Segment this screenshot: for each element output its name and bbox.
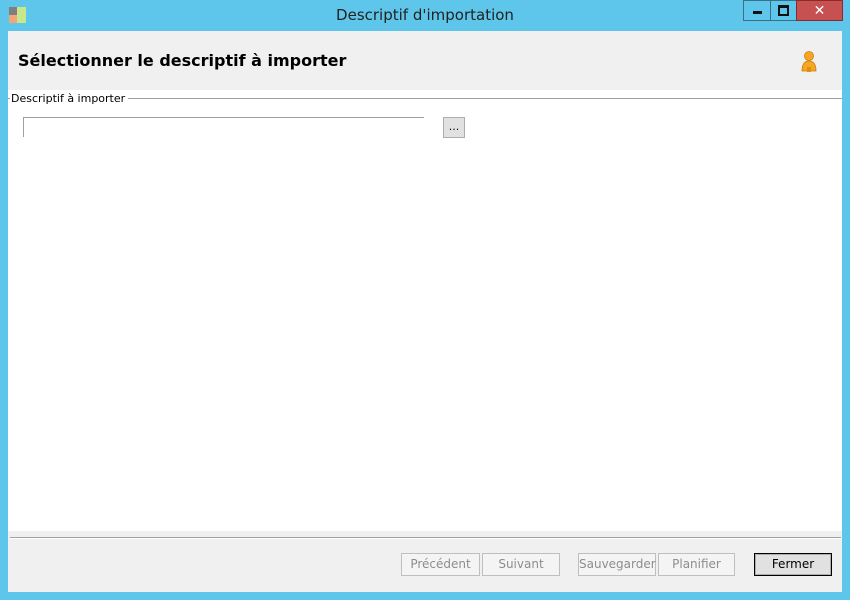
window-title: Descriptif d'importation	[336, 6, 514, 24]
page-title: Sélectionner le descriptif à importer	[18, 51, 347, 70]
group-label: Descriptif à importer	[10, 92, 129, 105]
close-window-button[interactable]: ✕	[796, 0, 843, 21]
descriptif-path-input[interactable]	[23, 117, 424, 137]
title-bar[interactable]: Descriptif d'importation ✕	[0, 0, 850, 31]
dialog-client-area: Sélectionner le descriptif à importer De…	[8, 31, 842, 592]
footer-divider-highlight	[10, 538, 841, 539]
wizard-header: Sélectionner le descriptif à importer	[8, 31, 842, 90]
previous-button[interactable]: Précédent	[401, 553, 480, 576]
close-icon: ✕	[813, 2, 826, 19]
next-button[interactable]: Suivant	[482, 553, 560, 576]
minimize-button[interactable]	[743, 0, 771, 21]
window: Descriptif d'importation ✕ Sélectionner …	[0, 0, 850, 600]
schedule-button[interactable]: Planifier	[658, 553, 735, 576]
minimize-icon	[752, 11, 762, 14]
group-box-border	[8, 98, 842, 99]
browse-button[interactable]: ...	[443, 117, 465, 138]
user-icon	[801, 51, 817, 72]
maximize-icon	[778, 5, 789, 16]
save-button[interactable]: Sauvegarder	[578, 553, 656, 576]
close-button[interactable]: Fermer	[754, 553, 832, 576]
maximize-button[interactable]	[770, 0, 797, 21]
